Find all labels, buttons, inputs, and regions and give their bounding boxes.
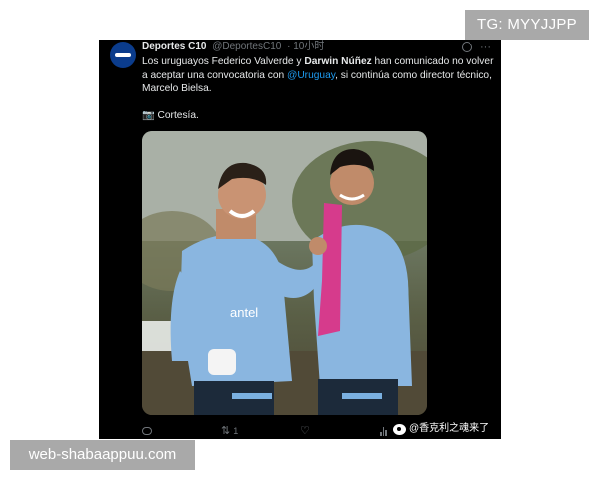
courtesy-line: 📷 Cortesía. <box>142 109 199 122</box>
views-icon <box>380 426 387 436</box>
views-button[interactable] <box>380 424 387 438</box>
tweet-text-part1: Los uruguayos Federico Valverde y <box>142 56 305 67</box>
weibo-icon <box>393 423 406 435</box>
tweet-text-bold-name: Darwin Núñez <box>304 56 372 67</box>
grok-icon[interactable] <box>462 41 473 52</box>
camera-icon: 📷 <box>142 110 155 121</box>
avatar-logo <box>115 53 131 57</box>
retweet-button[interactable]: ⇅ 1 <box>221 424 238 438</box>
watermark-top: TG: MYYJJPP <box>465 10 589 40</box>
retweet-icon: ⇅ <box>221 425 231 437</box>
like-button[interactable]: ♡ <box>300 424 313 438</box>
like-icon: ♡ <box>300 425 310 437</box>
courtesy-text: Cortesía. <box>157 110 199 121</box>
more-icon[interactable]: ··· <box>480 41 491 53</box>
watermark-bottom: web-shabaappuu.com <box>10 440 195 470</box>
weibo-credit-text: @香克利之魂来了 <box>409 423 490 434</box>
weibo-credit: @香克利之魂来了 <box>393 421 489 437</box>
retweet-count: 1 <box>233 426 239 436</box>
tweet-header: Deportes C10 @DeportesC10 · 10小时 <box>142 40 324 54</box>
tweet-time[interactable]: · 10小时 <box>287 41 324 52</box>
reply-button[interactable] <box>142 424 155 438</box>
mention-link[interactable]: @Uruguay <box>287 70 335 81</box>
photo-illustration: antel <box>142 131 427 415</box>
author-name[interactable]: Deportes C10 <box>142 41 206 52</box>
header-icons: ··· <box>462 40 491 54</box>
tweet-photo[interactable]: antel <box>142 131 427 415</box>
avatar[interactable] <box>110 42 136 68</box>
tweet-text: Los uruguayos Federico Valverde y Darwin… <box>142 55 494 96</box>
tweet-card[interactable]: Deportes C10 @DeportesC10 · 10小时 ··· Los… <box>99 40 501 439</box>
reply-icon <box>142 427 152 435</box>
author-handle[interactable]: @DeportesC10 <box>212 41 281 52</box>
svg-text:antel: antel <box>230 305 258 320</box>
